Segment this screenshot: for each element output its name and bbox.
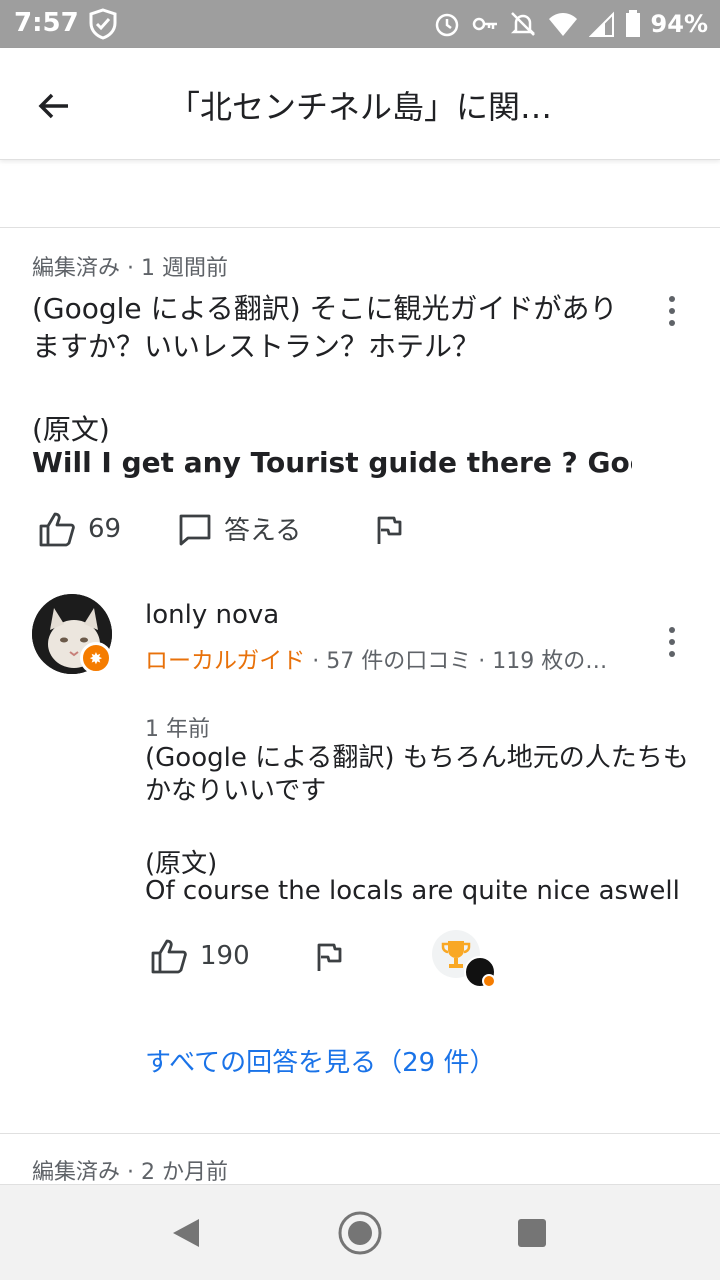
answer-original-label: (原文): [145, 849, 218, 879]
section-divider: [0, 227, 720, 228]
answer-text: (Google による翻訳) もちろん地元の人たちもかなりいいです: [145, 743, 689, 806]
question-original-text[interactable]: Will I get any Tourist guide there ? Goo…: [32, 446, 632, 479]
question-reply-button[interactable]: 答える: [178, 510, 301, 547]
nav-home-button[interactable]: [332, 1205, 388, 1261]
nav-back-button[interactable]: [158, 1205, 214, 1261]
flag-icon: [317, 943, 342, 971]
reply-icon: [179, 514, 211, 545]
shield-icon: [89, 8, 117, 40]
next-question-meta: 編集済み · 2 か月前: [32, 1160, 228, 1185]
thumb-up-icon: [39, 512, 75, 547]
question-reply-label: 答える: [224, 516, 302, 546]
nav-home-icon: [338, 1211, 382, 1255]
thumb-up-icon: [151, 939, 187, 974]
question-like-count: 69: [88, 514, 122, 544]
local-guide-label: ローカルガイド: [145, 648, 306, 674]
notifications-off-icon: [510, 12, 535, 36]
user-stats: · 57 件の口コミ · 119 枚の…: [305, 649, 608, 674]
answer-original-text: Of course the locals are quite nice aswe…: [145, 876, 680, 906]
mini-guide-badge-icon: [482, 974, 496, 988]
answer-time: 1 年前: [145, 717, 210, 742]
question-meta: 編集済み · 1 週間前: [32, 256, 228, 281]
answer-like-count: 190: [200, 941, 250, 971]
question-more-button[interactable]: [656, 287, 688, 335]
user-meta: ローカルガイド · 57 件の口コミ · 119 枚の…: [145, 641, 615, 675]
question-like-button[interactable]: 69: [38, 510, 121, 548]
arrow-back-icon: [38, 93, 68, 119]
nav-back-icon: [173, 1219, 199, 1247]
question-text: (Google による翻訳) そこに観光ガイドがありますか？いいレストラン？ホテ…: [32, 292, 618, 363]
flag-icon: [377, 516, 402, 544]
answer-more-button[interactable]: [656, 618, 688, 666]
app-bar: 「北センチネル島」に関…: [0, 48, 720, 160]
back-button[interactable]: [30, 82, 78, 130]
system-nav-bar: [0, 1184, 720, 1280]
page-title: 「北センチネル島」に関…: [168, 88, 553, 126]
status-bar: 7:57 94%: [0, 0, 720, 48]
battery-icon: [625, 10, 640, 37]
status-time: 7:57: [14, 8, 79, 38]
section-divider: [0, 1133, 720, 1134]
user-name[interactable]: lonly nova: [145, 600, 279, 630]
key-icon: [472, 17, 497, 31]
signal-icon: [588, 11, 614, 37]
question-flag-button[interactable]: [374, 515, 402, 545]
wifi-icon: [548, 13, 577, 36]
alarm-icon: [435, 13, 458, 37]
nav-recents-icon: [518, 1219, 546, 1247]
local-guide-badge-icon: ✸: [80, 642, 112, 674]
nav-recents-button[interactable]: [504, 1205, 560, 1261]
answer-like-button[interactable]: 190: [150, 937, 250, 975]
answer-flag-button[interactable]: [314, 942, 342, 972]
see-all-answers-link[interactable]: すべての回答を見る（29 件）: [145, 1042, 496, 1079]
battery-percent: 94%: [650, 10, 708, 38]
top-answer-badge[interactable]: [432, 930, 496, 994]
question-original-label: (原文): [32, 413, 110, 446]
